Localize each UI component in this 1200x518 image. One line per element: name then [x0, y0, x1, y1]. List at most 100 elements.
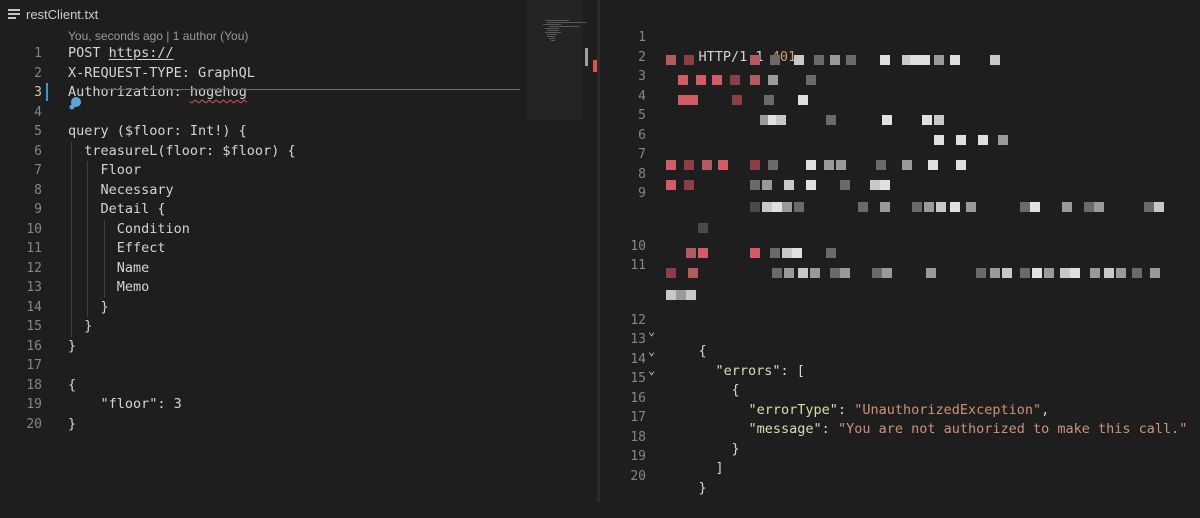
json-line: {	[731, 381, 740, 398]
redacted-block	[678, 75, 688, 85]
code-line: {	[68, 376, 77, 393]
redacted-block	[1104, 268, 1114, 278]
redacted-block	[1062, 202, 1072, 212]
redacted-block	[688, 268, 698, 278]
line-number: 20	[26, 416, 42, 432]
fold-chevron-icon[interactable]: ⌄	[648, 361, 655, 381]
redacted-block	[1154, 202, 1164, 212]
redacted-block	[1030, 202, 1040, 212]
redacted-block	[712, 75, 722, 85]
redacted-block	[666, 55, 676, 65]
redacted-block	[924, 202, 934, 212]
response-editor[interactable]: 1 2 3 4 5 6 7 8 9 10 11 12 13 14 15 16 17 18 19 20 HTTP/1.1…	[600, 0, 1200, 502]
response-line-number: 18	[630, 429, 646, 445]
fold-chevron-icon[interactable]: ⌄	[648, 322, 655, 342]
redacted-block	[966, 202, 976, 212]
response-line-number: 17	[630, 410, 646, 426]
redacted-block	[762, 202, 772, 212]
fold-chevron-icon[interactable]: ⌄	[648, 342, 655, 362]
redacted-block	[794, 202, 804, 212]
minimap-line	[547, 22, 587, 23]
redacted-block	[926, 268, 936, 278]
response-line-number: 19	[630, 449, 646, 465]
json-line: }	[698, 479, 707, 496]
line-number: 14	[26, 299, 42, 315]
redacted-block	[870, 180, 880, 190]
redacted-block	[950, 55, 960, 65]
redacted-block	[872, 268, 882, 278]
redacted-block	[784, 180, 794, 190]
json-value-message: "You are not authorized to make this cal…	[837, 420, 1188, 437]
redacted-block	[1090, 268, 1100, 278]
redacted-block	[876, 160, 886, 170]
response-line-number: 12	[630, 312, 646, 328]
redacted-block	[696, 75, 706, 85]
code-line: Necessary	[68, 181, 174, 198]
redacted-block	[956, 160, 966, 170]
indent-guide	[87, 161, 89, 317]
git-blame-codelens[interactable]: You, seconds ago | 1 author (You)	[68, 28, 248, 44]
line-number: 7	[34, 163, 42, 178]
redacted-block	[678, 95, 688, 105]
redacted-block	[792, 248, 802, 258]
line-number: 10	[26, 221, 42, 237]
redacted-block	[830, 55, 840, 65]
json-line: "errorType": "UnauthorizedException",	[748, 401, 1050, 418]
redacted-block	[920, 55, 930, 65]
response-line-number: 16	[630, 390, 646, 406]
file-tab-restclient[interactable]: restClient.txt	[0, 0, 408, 29]
json-line: "errors": [	[715, 362, 805, 379]
redacted-block	[840, 268, 850, 278]
redacted-block	[684, 160, 694, 170]
vertical-scrollbar[interactable]	[583, 28, 597, 502]
response-status-line: HTTP/1.1 401	[666, 28, 797, 65]
minimap[interactable]	[527, 0, 587, 502]
redacted-block	[666, 160, 676, 170]
redacted-block	[686, 248, 696, 258]
redacted-block	[1084, 202, 1094, 212]
file-tab-label: restClient.txt	[26, 6, 99, 22]
redacted-block	[826, 115, 836, 125]
redacted-block	[770, 55, 780, 65]
redacted-block	[826, 248, 836, 258]
redacted-block	[998, 135, 1008, 145]
redacted-block	[950, 202, 960, 212]
lightbulb-icon[interactable]	[68, 96, 82, 110]
redacted-block	[718, 160, 728, 170]
redacted-block	[912, 202, 922, 212]
redacted-block	[928, 160, 938, 170]
code-line: Memo	[68, 279, 150, 295]
redacted-block	[934, 55, 944, 65]
response-line-number: 13	[630, 332, 646, 348]
redacted-block	[934, 135, 944, 145]
minimap-line	[549, 38, 555, 39]
line-number: 17	[26, 358, 42, 373]
redacted-block	[814, 55, 824, 65]
response-line-number: 14	[630, 351, 646, 367]
response-line-number: 8	[638, 166, 646, 182]
code-line: POST https://	[68, 45, 174, 61]
line-number: 5	[34, 124, 42, 139]
code-line: X-REQUEST-TYPE: GraphQL	[68, 64, 255, 81]
redacted-block	[764, 95, 774, 105]
json-line: {	[698, 342, 707, 359]
redacted-block	[858, 202, 868, 212]
response-line-number: 11	[630, 258, 646, 274]
redacted-block	[782, 202, 792, 212]
redacted-block	[880, 180, 890, 190]
request-editor[interactable]: You, seconds ago | 1 author (You) 123456…	[0, 28, 526, 502]
code-line: query ($floor: Int!) {	[68, 123, 247, 139]
minimap-line	[545, 28, 559, 29]
redacted-block	[730, 75, 740, 85]
redacted-block	[666, 268, 676, 278]
redacted-block	[768, 160, 778, 170]
redacted-block	[1144, 202, 1154, 212]
redacted-block	[910, 55, 920, 65]
json-line: }	[731, 440, 740, 457]
minimap-viewport[interactable]	[527, 0, 583, 120]
redacted-block	[750, 55, 760, 65]
code-line: Authorization: hogehog	[68, 84, 247, 100]
redacted-block	[846, 55, 856, 65]
redacted-block	[794, 55, 804, 65]
redacted-block	[1070, 268, 1080, 278]
